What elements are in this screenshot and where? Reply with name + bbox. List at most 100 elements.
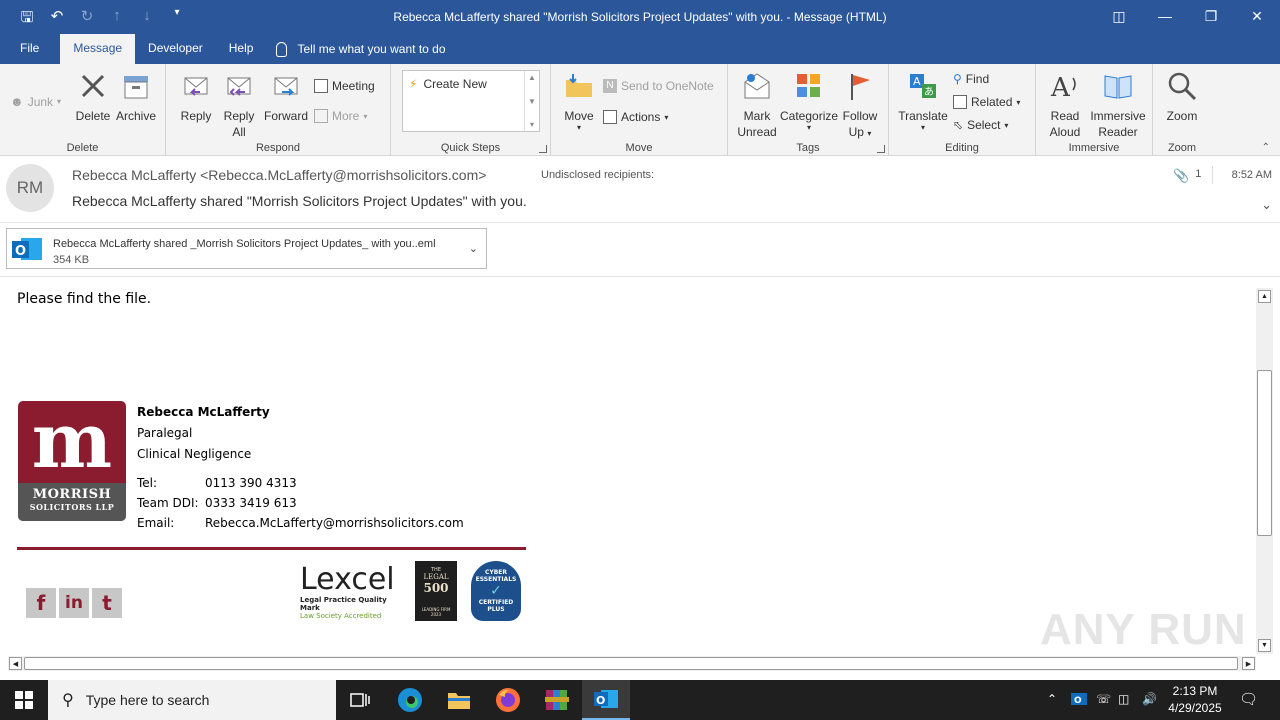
maximize-button[interactable]: ❐ bbox=[1188, 0, 1234, 32]
quick-step-create-new[interactable]: ⚡ Create New bbox=[409, 77, 487, 91]
flag-icon bbox=[851, 74, 870, 100]
reply-label: Reply bbox=[180, 109, 212, 123]
immersive-reader-button[interactable]: Immersive Reader bbox=[1088, 70, 1148, 140]
recipients[interactable]: Undisclosed recipients: bbox=[541, 169, 654, 181]
horizontal-scrollbar[interactable]: ◀ ▶ bbox=[8, 656, 1256, 671]
edge-browser-icon[interactable] bbox=[386, 680, 434, 720]
move-button[interactable]: Move ▾ bbox=[561, 70, 597, 132]
more-icon bbox=[314, 109, 328, 123]
reply-all-label-1: Reply bbox=[223, 109, 255, 123]
firefox-icon[interactable] bbox=[484, 680, 532, 720]
ribbon-display-options-icon[interactable]: ◫ bbox=[1096, 0, 1142, 32]
outlook-tray-icon[interactable]: O bbox=[1071, 691, 1087, 710]
quick-steps-launcher-icon[interactable] bbox=[539, 145, 547, 153]
legal500-badge: THE LEGAL 500 LEADING FIRM 2023 bbox=[415, 561, 457, 621]
taskbar-search[interactable]: ⚲ Type here to search bbox=[48, 680, 336, 720]
cyber-line-4: PLUS bbox=[487, 606, 505, 613]
svg-text:O: O bbox=[1074, 696, 1082, 706]
junk-button[interactable]: ☻ Junk ▾ bbox=[10, 94, 61, 109]
svg-text:あ: あ bbox=[924, 86, 934, 98]
task-view-icon[interactable] bbox=[336, 680, 384, 720]
delete-button[interactable]: Delete bbox=[74, 70, 112, 124]
junk-icon: ☻ bbox=[10, 94, 24, 109]
ddi-value: 0333 3419 613 bbox=[205, 496, 297, 510]
translate-icon: Aあ bbox=[910, 74, 936, 98]
read-aloud-button[interactable]: A Read Aloud bbox=[1044, 70, 1086, 140]
scroll-right-icon[interactable]: ▶ bbox=[1242, 657, 1255, 670]
group-label-quick-steps: Quick Steps bbox=[440, 142, 501, 154]
expand-header-icon[interactable]: ⌄ bbox=[1261, 197, 1272, 213]
tab-file[interactable]: File bbox=[0, 34, 52, 64]
meeting-button[interactable]: Meeting bbox=[314, 79, 375, 93]
anyrun-watermark: ANY RUN bbox=[1040, 605, 1247, 654]
tel-value: 0113 390 4313 bbox=[205, 476, 297, 490]
signature-name: Rebecca McLafferty bbox=[137, 405, 270, 419]
winrar-icon[interactable] bbox=[533, 680, 581, 720]
twitter-icon[interactable]: t bbox=[92, 588, 122, 618]
linkedin-icon[interactable]: in bbox=[59, 588, 89, 618]
tell-me-search[interactable]: Tell me what you want to do bbox=[266, 34, 458, 64]
chevron-down-icon: ▾ bbox=[363, 111, 368, 121]
svg-text:O: O bbox=[15, 244, 26, 259]
attachment-count: 📎 1 bbox=[1173, 168, 1201, 184]
mark-unread-icon bbox=[744, 73, 770, 99]
scroll-left-icon[interactable]: ◀ bbox=[9, 657, 22, 670]
forward-button[interactable]: Forward bbox=[262, 70, 310, 124]
reply-all-button[interactable]: Reply All bbox=[221, 70, 257, 140]
more-respond-button[interactable]: More ▾ bbox=[314, 109, 367, 123]
actions-button[interactable]: Actions ▾ bbox=[603, 110, 668, 124]
show-hidden-icons-icon[interactable]: ⌃ bbox=[1047, 692, 1057, 706]
notifications-icon[interactable]: 🗨 bbox=[1239, 690, 1258, 708]
zoom-button[interactable]: Zoom bbox=[1161, 70, 1203, 124]
meet-now-icon[interactable]: ☏ bbox=[1096, 692, 1111, 706]
paperclip-icon: 📎 bbox=[1173, 168, 1190, 183]
vertical-scroll-thumb[interactable] bbox=[1257, 370, 1272, 536]
email-label: Email: bbox=[137, 516, 175, 530]
avatar[interactable]: RM bbox=[6, 164, 54, 212]
taskbar-clock[interactable]: 2:13 PM 4/29/2025 bbox=[1160, 683, 1230, 717]
tab-help[interactable]: Help bbox=[216, 34, 267, 64]
tab-developer[interactable]: Developer bbox=[135, 34, 216, 64]
tags-launcher-icon[interactable] bbox=[877, 145, 885, 153]
network-icon[interactable]: ◫ bbox=[1118, 692, 1129, 706]
collapse-ribbon-icon[interactable]: ⌃ bbox=[1262, 142, 1270, 153]
select-button[interactable]: ⬁ Select ▾ bbox=[953, 118, 1008, 132]
group-tags: Mark Unread Categorize ▾ Follow Up ▾ Tag… bbox=[728, 64, 889, 156]
translate-button[interactable]: Aあ Translate ▾ bbox=[897, 70, 949, 132]
vertical-scrollbar[interactable]: ▲ ▼ bbox=[1256, 288, 1273, 654]
categorize-button[interactable]: Categorize ▾ bbox=[780, 70, 838, 132]
start-button[interactable] bbox=[0, 680, 48, 720]
group-delete: ☻ Junk ▾ Delete Archive Delete bbox=[0, 64, 166, 156]
find-button[interactable]: ⚲ Find bbox=[953, 72, 989, 86]
send-to-onenote-button[interactable]: N Send to OneNote bbox=[603, 79, 714, 93]
attachment-card[interactable]: O Rebecca McLafferty shared _Morrish Sol… bbox=[6, 228, 487, 269]
related-button[interactable]: Related ▾ bbox=[953, 95, 1020, 109]
chevron-down-icon[interactable]: ⌄ bbox=[469, 242, 478, 255]
chevron-down-icon: ▾ bbox=[1004, 120, 1009, 130]
email-link[interactable]: Rebecca.McLafferty@morrishsolicitors.com bbox=[205, 516, 464, 530]
file-explorer-icon[interactable] bbox=[435, 680, 483, 720]
outlook-taskbar-icon[interactable]: O bbox=[582, 680, 630, 720]
volume-icon[interactable]: 🔊 bbox=[1142, 692, 1157, 706]
window-title: Rebecca McLafferty shared "Morrish Solic… bbox=[393, 10, 887, 24]
scroll-down-icon[interactable]: ▼ bbox=[1258, 639, 1271, 652]
reply-button[interactable]: Reply bbox=[178, 70, 214, 124]
horizontal-scroll-thumb[interactable] bbox=[24, 657, 1238, 670]
sender[interactable]: Rebecca McLafferty <Rebecca.McLafferty@m… bbox=[72, 167, 486, 183]
attachment-row: O Rebecca McLafferty shared _Morrish Sol… bbox=[0, 224, 1280, 277]
follow-up-button[interactable]: Follow Up ▾ bbox=[840, 70, 880, 142]
checkmark-icon: ✓ bbox=[490, 583, 502, 599]
archive-button[interactable]: Archive bbox=[114, 70, 158, 124]
mark-unread-button[interactable]: Mark Unread bbox=[736, 70, 778, 140]
minimize-button[interactable]: — bbox=[1142, 0, 1188, 32]
signature-department: Clinical Negligence bbox=[137, 447, 252, 461]
scroll-up-icon[interactable]: ▲ bbox=[1258, 290, 1271, 303]
quick-steps-scrollbar[interactable]: ▲ ▼ ▾ bbox=[524, 71, 539, 131]
lexcel-badge: Lexcel Legal Practice Quality Mark Law S… bbox=[300, 564, 400, 621]
tab-message[interactable]: Message bbox=[60, 34, 136, 64]
facebook-icon[interactable]: f bbox=[26, 588, 56, 618]
mark-unread-label-2: Unread bbox=[737, 125, 777, 139]
cyber-line-1: CYBER bbox=[484, 569, 508, 576]
more-label: More bbox=[332, 109, 360, 123]
close-button[interactable]: ✕ bbox=[1234, 0, 1280, 32]
